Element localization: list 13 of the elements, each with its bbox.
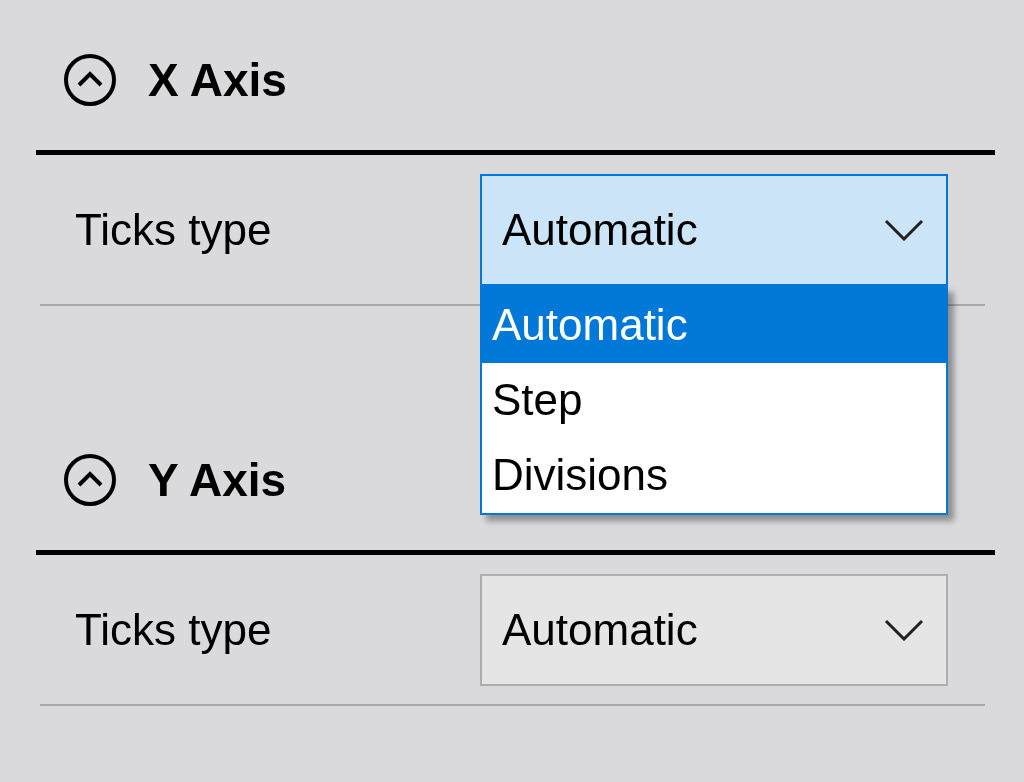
chevron-down-icon bbox=[884, 618, 924, 641]
dropdown-option[interactable]: Divisions bbox=[482, 437, 946, 513]
section-title: X Axis bbox=[148, 52, 287, 108]
field-label: Ticks type bbox=[74, 203, 273, 256]
collapse-icon[interactable] bbox=[62, 452, 118, 508]
collapse-icon[interactable] bbox=[62, 52, 118, 108]
section-title: Y Axis bbox=[148, 452, 287, 508]
dropdown-option[interactable]: Step bbox=[482, 362, 946, 438]
dropdown-option[interactable]: Automatic bbox=[482, 287, 946, 363]
dropdown[interactable]: Automatic bbox=[480, 573, 948, 686]
field-label: Ticks type bbox=[74, 603, 273, 656]
chevron-down-icon bbox=[884, 218, 924, 241]
dropdown[interactable]: Automatic bbox=[480, 173, 948, 286]
